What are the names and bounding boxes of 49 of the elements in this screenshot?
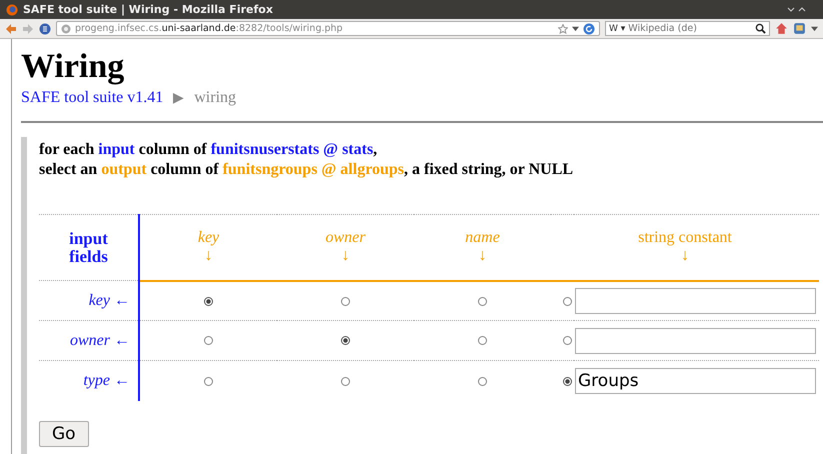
down-arrow: ↓	[204, 247, 212, 264]
radio-button[interactable]	[341, 296, 350, 306]
radio-button[interactable]	[204, 336, 213, 346]
down-arrow: ↓	[342, 247, 350, 264]
breadcrumb-link[interactable]: SAFE tool suite v1.41	[21, 89, 164, 107]
url-text: :8282/tools/wiring.php	[236, 23, 343, 34]
bookmark-icon[interactable]	[793, 22, 806, 35]
row-label: type ←	[83, 372, 130, 389]
radio-button[interactable]	[478, 376, 487, 386]
search-engine-selector[interactable]: W ▾	[609, 24, 626, 34]
radio-button[interactable]	[341, 376, 350, 386]
globe-icon	[61, 24, 71, 34]
dropdown-icon[interactable]	[811, 25, 818, 32]
radio-button[interactable]	[478, 296, 487, 306]
address-bar[interactable]: progeng.infsec.cs.uni-saarland.de:8282/tools/wiring.php	[56, 21, 600, 36]
radio-button[interactable]	[341, 336, 350, 346]
url-text: progeng.infsec.cs.	[75, 23, 162, 34]
breadcrumb-current: wiring	[194, 89, 236, 107]
column-header: key	[198, 229, 220, 246]
column-header: string constant	[638, 229, 732, 246]
column-header: name	[465, 229, 500, 246]
back-icon[interactable]	[5, 22, 17, 34]
row-label: key ←	[88, 292, 130, 308]
radio-button[interactable]	[204, 296, 213, 306]
table-header: input fields	[68, 230, 109, 266]
text-field[interactable]: Groups	[575, 368, 816, 394]
star-icon[interactable]	[558, 24, 568, 34]
instruction-text: select an output column of funitsngroups @ allgroups, a fixed string, or NULL	[39, 160, 574, 180]
dropdown-icon[interactable]	[572, 25, 579, 32]
text-field[interactable]	[575, 288, 816, 314]
window-title: SAFE tool suite | Wiring - Mozilla Firefox	[23, 3, 273, 16]
radio-button[interactable]	[563, 376, 572, 386]
radio-button[interactable]	[478, 336, 487, 346]
search-icon[interactable]	[755, 23, 766, 34]
text-field[interactable]	[575, 328, 816, 354]
radio-button[interactable]	[563, 336, 572, 346]
column-header: owner	[326, 229, 366, 246]
row-label: owner ←	[70, 332, 130, 348]
breadcrumb-separator: ▶	[173, 90, 184, 107]
go-button[interactable]: Go	[39, 420, 89, 446]
radio-button[interactable]	[204, 376, 213, 386]
down-arrow: ↓	[681, 247, 689, 264]
instruction-text: for each input column of funitsnuserstats @ stats,	[39, 140, 378, 160]
page-title: Wiring	[21, 47, 126, 85]
reload-icon[interactable]	[583, 22, 595, 34]
radio-button[interactable]	[563, 296, 572, 306]
url-text: uni-saarland.de	[162, 23, 236, 34]
search-bar[interactable]: W ▾ Wikipedia (de)	[605, 21, 770, 36]
down-arrow: ↓	[478, 247, 486, 264]
